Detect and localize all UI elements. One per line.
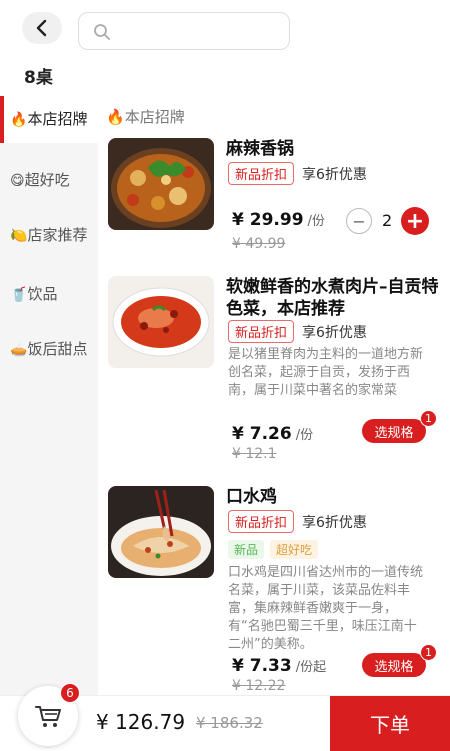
spec-count-badge: 1	[420, 644, 437, 661]
dish-name: 口水鸡	[226, 487, 277, 507]
promo: 新品折扣 享6折优惠	[228, 510, 367, 533]
sidebar-item-dessert[interactable]: 🥧饭后甜点	[0, 326, 98, 373]
promo: 新品折扣 享6折优惠	[228, 320, 367, 343]
price-unit: /份	[307, 214, 325, 229]
table-label: 8桌	[24, 68, 53, 88]
decrease-quantity-button[interactable]: −	[346, 208, 372, 234]
chevron-left-icon	[36, 19, 47, 37]
promo-text: 享6折优惠	[302, 514, 367, 531]
sidebar-item-drinks[interactable]: 🥤饮品	[0, 271, 98, 318]
pie-icon: 🥧	[10, 342, 28, 358]
tag-delicious: 超好吃	[270, 540, 319, 559]
sidebar-item-label: 超好吃	[24, 171, 70, 189]
dish-name: 麻辣香锅	[226, 139, 294, 159]
dish-image[interactable]	[108, 486, 214, 578]
quantity-value: 2	[382, 211, 393, 230]
promo-tag: 新品折扣	[228, 320, 295, 343]
drink-icon: 🥤	[10, 287, 28, 303]
category-title: 本店招牌	[124, 108, 185, 126]
dish-name: 软嫩鲜香的水煮肉片–自贡特色菜，本店推荐	[226, 277, 439, 319]
dish-description: 是以猪里脊肉为主料的一道地方新创名菜，起源于自贡，发扬于西南，属于川菜中著名的家…	[228, 347, 424, 398]
total-original-price: ¥ 186.32	[196, 714, 263, 732]
select-spec-button[interactable]: 选规格	[362, 653, 426, 677]
fire-icon: 🔥	[106, 108, 125, 126]
dish-price: ¥ 7.26/份	[232, 424, 313, 444]
back-button[interactable]	[22, 12, 62, 44]
dish-price: ¥ 29.99/份	[232, 210, 325, 230]
category-sidebar: 🔥本店招牌 😋超好吃 🍋店家推荐 🥤饮品 🥧饭后甜点	[0, 96, 98, 696]
promo-tag: 新品折扣	[228, 510, 295, 533]
dish-tags: 新品 超好吃	[228, 540, 319, 559]
original-price: ¥ 12.1	[232, 446, 277, 462]
sidebar-item-label: 饮品	[27, 285, 58, 303]
promo-text: 享6折优惠	[302, 324, 367, 341]
select-spec-button[interactable]: 选规格	[362, 419, 426, 443]
original-price: ¥ 12.22	[232, 678, 286, 694]
search-icon	[94, 24, 110, 40]
sidebar-item-label: 店家推荐	[27, 226, 88, 244]
top-bar: 8桌	[0, 0, 450, 95]
dish-price: ¥ 7.33/份起	[232, 656, 326, 676]
search-input[interactable]	[119, 19, 283, 45]
increase-quantity-button[interactable]: +	[401, 207, 429, 235]
price-value: ¥ 7.33	[232, 656, 292, 676]
promo: 新品折扣 享6折优惠	[228, 162, 367, 185]
price-unit: /份起	[295, 660, 327, 675]
original-price: ¥ 49.99	[232, 236, 286, 252]
price-value: ¥ 29.99	[232, 210, 304, 230]
sidebar-item-signature[interactable]: 🔥本店招牌	[0, 96, 98, 143]
lemon-icon: 🍋	[10, 228, 28, 244]
yum-face-icon: 😋	[10, 173, 25, 189]
fire-icon: 🔥	[10, 112, 28, 128]
sidebar-item-delicious[interactable]: 😋超好吃	[0, 157, 98, 204]
dish-description: 口水鸡是四川省达州市的一道传统名菜，属于川菜，该菜品佐料丰富，集麻辣鲜香嫩爽于一…	[228, 565, 424, 652]
category-header: 🔥本店招牌	[106, 106, 185, 127]
checkout-bar: 6 ¥ 126.79 ¥ 186.32 下单	[0, 683, 450, 751]
dish-image[interactable]	[108, 138, 214, 230]
search-box[interactable]	[78, 12, 290, 50]
tag-new: 新品	[228, 540, 265, 559]
sidebar-item-label: 本店招牌	[27, 110, 88, 128]
dish-list: 🔥本店招牌 麻辣香锅 新品折扣 享6折优惠 ¥ 29.99/份 ¥ 49.99 …	[98, 96, 450, 696]
sidebar-item-label: 饭后甜点	[27, 340, 88, 358]
dish-card[interactable]: 麻辣香锅 新品折扣 享6折优惠 ¥ 29.99/份 ¥ 49.99 − 2 +	[108, 138, 448, 268]
sidebar-item-recommended[interactable]: 🍋店家推荐	[0, 212, 98, 259]
price-unit: /份	[295, 428, 314, 443]
price-value: ¥ 7.26	[232, 424, 292, 444]
dish-image[interactable]	[108, 276, 214, 368]
dish-card[interactable]: 软嫩鲜香的水煮肉片–自贡特色菜，本店推荐 新品折扣 享6折优惠 是以猪里脊肉为主…	[108, 276, 448, 466]
place-order-button[interactable]: 下单	[330, 696, 450, 751]
dish-card[interactable]: 口水鸡 新品折扣 享6折优惠 新品 超好吃 口水鸡是四川省达州市的一道传统名菜，…	[108, 486, 448, 696]
promo-tag: 新品折扣	[228, 162, 295, 185]
spec-count-badge: 1	[420, 410, 437, 427]
cart-count-badge: 6	[60, 683, 80, 703]
cart-icon	[35, 706, 61, 727]
total-price: ¥ 126.79	[96, 710, 186, 734]
promo-text: 享6折优惠	[302, 166, 367, 183]
